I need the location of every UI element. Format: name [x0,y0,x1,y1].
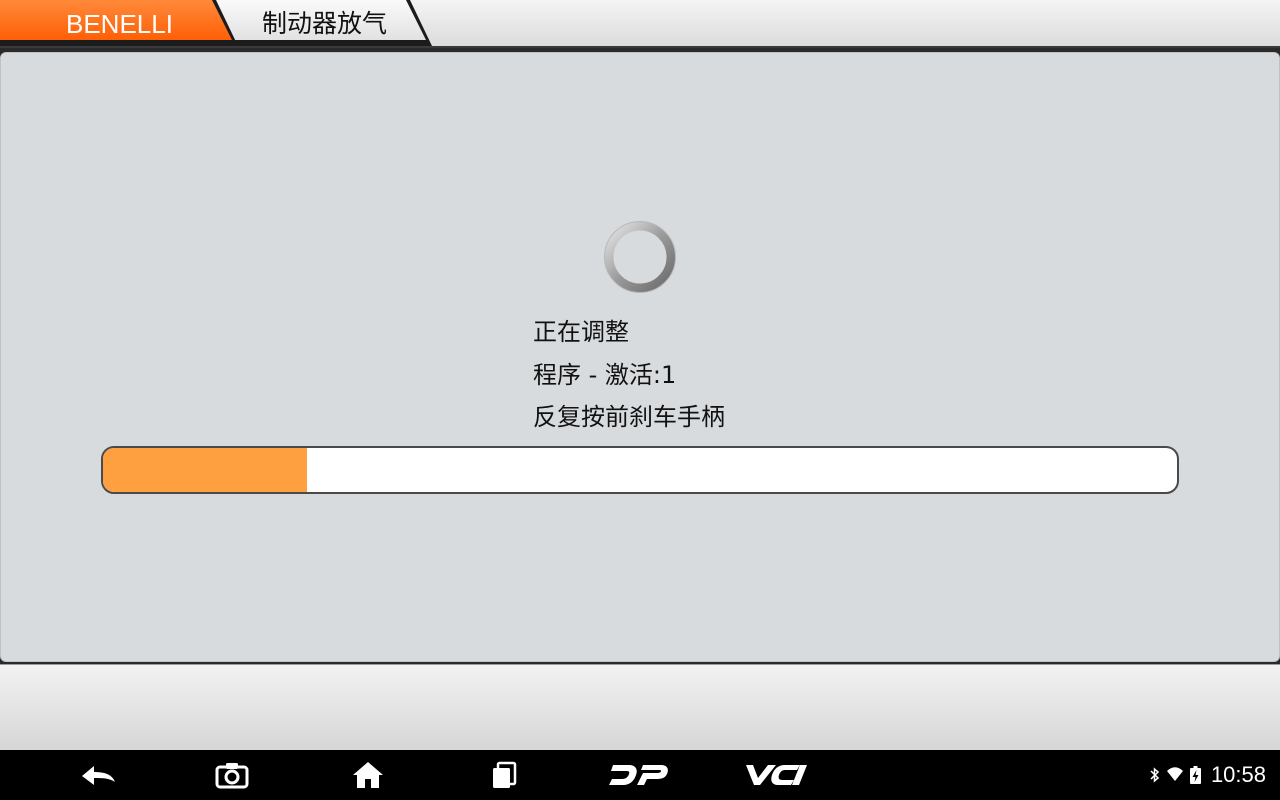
loading-spinner-icon [604,221,676,293]
progress-bar [101,446,1179,494]
dp-icon [609,765,668,785]
system-navigation-bar: 10:58 [0,750,1280,800]
breadcrumb-brand-tab[interactable]: BENELLI [0,0,238,46]
bottom-toolbar [0,664,1280,750]
breadcrumb: 制动器放气 BENELLI [0,0,1280,48]
camera-icon [215,763,249,789]
status-tray: 10:58 [1150,750,1266,800]
vci-button[interactable] [740,750,812,800]
home-icon [353,762,383,788]
vci-icon [746,765,807,785]
bluetooth-icon [1150,767,1160,783]
status-text: 正在调整 [533,318,629,346]
back-button[interactable] [74,750,122,800]
progress-bar-fill [103,448,308,492]
breadcrumb-function-tab[interactable]: 制动器放气 [214,0,434,46]
recent-apps-icon [493,761,517,788]
dp-button[interactable] [604,750,674,800]
program-text: 程序 - 激活:1 [533,361,677,389]
screenshot-button[interactable] [208,750,256,800]
clock-time: 10:58 [1210,762,1266,787]
back-icon [82,766,115,785]
home-button[interactable] [344,750,392,800]
recent-apps-button[interactable] [480,750,528,800]
breadcrumb-function-label: 制动器放气 [262,9,388,38]
battery-charging-icon [1189,766,1201,784]
instruction-text: 反复按前刹车手柄 [533,403,725,431]
breadcrumb-brand-label: BENELLI [66,9,173,39]
wifi-icon [1166,767,1183,781]
